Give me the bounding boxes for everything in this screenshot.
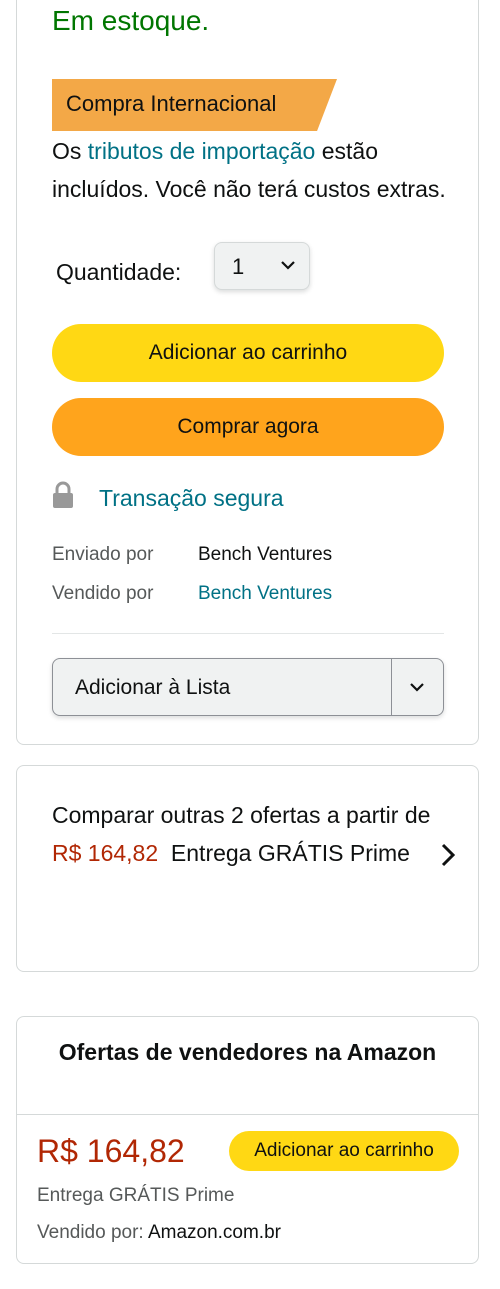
offer-sold-by-label: Vendido por: — [37, 1222, 144, 1243]
offer-sold-by-value: Amazon.com.br — [147, 1222, 281, 1243]
buy-now-button[interactable]: Comprar agora — [52, 398, 444, 456]
compare-offers-line: Comparar outras 2 ofertas a partir de — [52, 802, 431, 828]
chevron-right-icon[interactable] — [440, 842, 456, 868]
stock-status: Em estoque. — [52, 5, 210, 36]
add-to-list-label: Adicionar à Lista — [75, 676, 231, 699]
sold-by-label: Vendido por — [52, 583, 154, 604]
import-taxes-notice: Os tributos de importação estão incluído… — [52, 132, 452, 208]
compare-delivery: Entrega GRÁTIS Prime — [170, 840, 410, 866]
divider — [17, 1114, 478, 1115]
tributos-prefix: Os — [52, 138, 88, 164]
offer-sold-by: Vendido por: Amazon.com.br — [37, 1222, 281, 1244]
offer-delivery: Entrega GRÁTIS Prime — [37, 1185, 235, 1206]
divider — [52, 633, 444, 634]
shipped-by-label: Enviado por — [52, 544, 154, 565]
compare-offers-card[interactable]: Comparar outras 2 ofertas a partir de R$… — [16, 765, 479, 972]
quantity-label: Quantidade: — [56, 259, 182, 285]
compare-price: R$ 164,82 — [52, 840, 159, 866]
chevron-down-icon[interactable] — [408, 680, 426, 694]
chevron-down-icon — [281, 261, 295, 270]
buy-box: Em estoque. Compra Internacional Os trib… — [16, 0, 479, 745]
offer-add-to-cart-button[interactable]: Adicionar ao carrinho — [229, 1131, 459, 1171]
quantity-value: 1 — [232, 254, 245, 279]
button-separator — [391, 659, 392, 715]
import-taxes-link[interactable]: tributos de importação — [88, 138, 316, 164]
compare-offers-text: Comparar outras 2 ofertas a partir de R$… — [52, 796, 432, 872]
seller-offers-card: Ofertas de vendedores na Amazon R$ 164,8… — [16, 1016, 479, 1264]
secure-transaction-link[interactable]: Transação segura — [99, 485, 284, 512]
quantity-select[interactable]: 1 — [214, 242, 310, 290]
international-purchase-badge: Compra Internacional — [52, 79, 337, 131]
add-to-list-button[interactable]: Adicionar à Lista — [52, 658, 444, 716]
shipped-by-value: Bench Ventures — [198, 544, 333, 565]
sold-by-link[interactable]: Bench Ventures — [198, 583, 332, 605]
badge-label: Compra Internacional — [66, 91, 277, 116]
add-to-cart-button[interactable]: Adicionar ao carrinho — [52, 324, 444, 382]
lock-icon — [53, 481, 73, 508]
offer-price: R$ 164,82 — [37, 1133, 185, 1169]
offers-title: Ofertas de vendedores na Amazon — [58, 1039, 437, 1065]
